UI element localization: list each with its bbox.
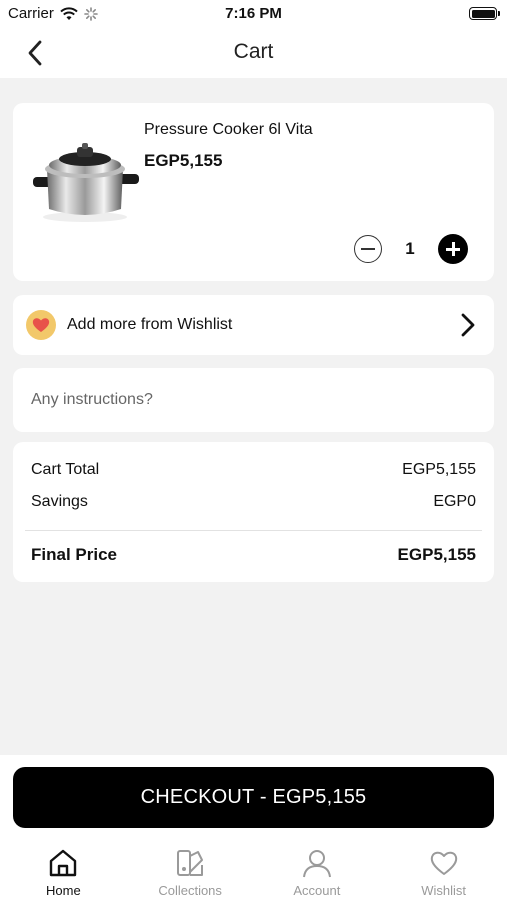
quantity-stepper: 1 [354,234,468,264]
savings-value: EGP0 [433,493,476,510]
tab-home-label: Home [46,883,81,898]
final-price-label: Final Price [31,545,117,564]
checkout-button[interactable]: CHECKOUT - EGP5,155 [13,767,494,828]
instructions-input[interactable] [31,386,471,414]
tab-collections[interactable]: Collections [127,838,254,900]
account-icon [302,850,331,878]
cart-item-card: Pressure Cooker 6l Vita EGP5,155 1 [13,103,494,281]
tab-account-label: Account [293,883,341,898]
tab-account[interactable]: Account [254,838,381,900]
status-time: 7:16 PM [225,5,282,22]
cart-total-label: Cart Total [31,461,100,478]
pressure-cooker-image[interactable] [27,125,143,225]
status-bar: Carrier 7:16 PM [0,0,507,28]
battery-icon [469,7,500,20]
nav-bar: Cart [0,28,507,78]
collections-icon [177,850,204,876]
tab-collections-label: Collections [158,883,222,898]
product-name[interactable]: Pressure Cooker 6l Vita [144,121,313,139]
tab-wishlist-label: Wishlist [421,883,467,898]
heart-outline-icon [430,851,457,875]
cart-total-value: EGP5,155 [402,461,476,478]
tab-bar: Home Collections Account Wishlist [0,838,507,900]
final-price-value: EGP5,155 [397,545,476,564]
decrease-quantity-button[interactable] [354,235,382,263]
price-summary-card: Cart Total EGP5,155 Savings EGP0 Final P… [13,442,494,582]
chevron-right-icon [461,313,475,337]
heart-icon [32,318,50,332]
tab-wishlist[interactable]: Wishlist [380,838,507,900]
final-price-row: Final Price EGP5,155 [31,545,476,565]
cart-total-row: Cart Total EGP5,155 [31,461,476,479]
quantity-value: 1 [405,239,415,258]
product-price: EGP5,155 [144,151,223,170]
savings-label: Savings [31,493,88,510]
increase-quantity-button[interactable] [438,234,468,264]
page-title: Cart [233,40,274,63]
add-from-wishlist-row[interactable]: Add more from Wishlist [13,295,494,355]
instructions-card [13,368,494,432]
wishlist-row-label: Add more from Wishlist [67,316,233,333]
savings-row: Savings EGP0 [31,493,476,511]
heart-badge [26,310,56,340]
home-icon [50,849,77,877]
tab-home[interactable]: Home [0,838,127,900]
divider [25,530,482,531]
